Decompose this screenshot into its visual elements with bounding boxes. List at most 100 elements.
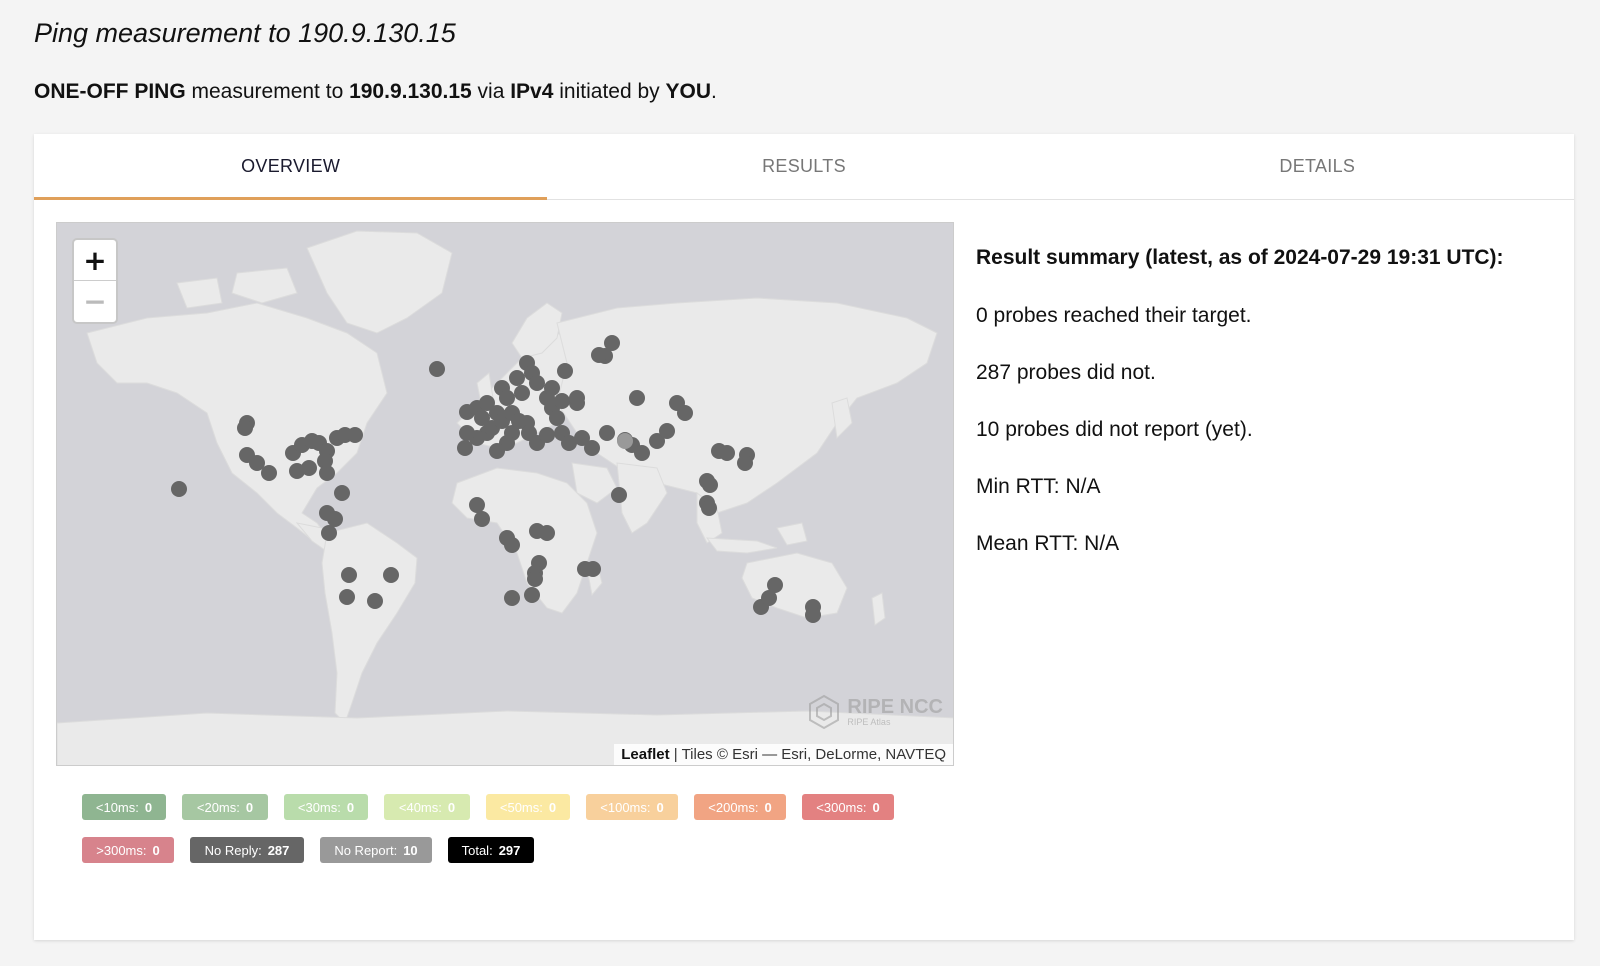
tab-overview[interactable]: OVERVIEW xyxy=(34,134,548,200)
legend-lt20[interactable]: <20ms: 0 xyxy=(182,794,268,820)
legend-total[interactable]: Total: 297 xyxy=(448,837,534,863)
probe-marker[interactable] xyxy=(327,511,343,527)
legend-count: 0 xyxy=(548,799,557,815)
probe-marker[interactable] xyxy=(549,410,565,426)
probe-marker[interactable] xyxy=(677,405,693,421)
probe-marker[interactable] xyxy=(319,465,335,481)
probe-marker[interactable] xyxy=(474,511,490,527)
map-attribution: Leaflet | Tiles © Esri — Esri, DeLorme, … xyxy=(614,744,953,765)
probe-marker[interactable] xyxy=(701,500,717,516)
probe-marker[interactable] xyxy=(171,481,187,497)
legend-count: 0 xyxy=(346,799,355,815)
probe-marker[interactable] xyxy=(767,577,783,593)
probe-marker[interactable] xyxy=(367,593,383,609)
probe-marker[interactable] xyxy=(634,445,650,461)
legend-lt40[interactable]: <40ms: 0 xyxy=(384,794,470,820)
legend-count: 0 xyxy=(764,799,772,815)
probe-marker[interactable] xyxy=(604,335,620,351)
probe-marker[interactable] xyxy=(544,380,560,396)
subtitle-text: measurement to xyxy=(185,80,350,103)
tab-details[interactable]: DETAILS xyxy=(1061,134,1574,199)
probe-marker[interactable] xyxy=(805,607,821,623)
probe-marker[interactable] xyxy=(524,587,540,603)
zoom-out-button[interactable]: − xyxy=(74,281,116,322)
legend-count: 0 xyxy=(447,799,456,815)
probe-marker-no-report[interactable] xyxy=(617,433,633,449)
legend-lt200[interactable]: <200ms: 0 xyxy=(694,794,786,820)
probe-marker[interactable] xyxy=(321,525,337,541)
probe-marker[interactable] xyxy=(539,525,555,541)
legend-label: <200ms: xyxy=(708,799,759,815)
probe-marker[interactable] xyxy=(699,473,715,489)
legend-lt100[interactable]: <100ms: 0 xyxy=(586,794,678,820)
probe-marker[interactable] xyxy=(237,420,253,436)
probe-marker[interactable] xyxy=(554,393,570,409)
legend-count: 0 xyxy=(656,799,664,815)
legend-lt30[interactable]: <30ms: 0 xyxy=(284,794,368,820)
probe-marker[interactable] xyxy=(557,363,573,379)
measurement-panel: OVERVIEW RESULTS DETAILS + − RIPE NCC RI… xyxy=(34,134,1574,940)
probe-marker[interactable] xyxy=(584,440,600,456)
probe-marker[interactable] xyxy=(347,427,363,443)
result-summary: Result summary (latest, as of 2024-07-29… xyxy=(976,246,1556,589)
probe-marker[interactable] xyxy=(611,487,627,503)
ripe-ncc-logo-name: RIPE NCC xyxy=(847,696,943,718)
tiles-attribution: | Tiles © Esri — Esri, DeLorme, NAVTEQ xyxy=(669,746,946,763)
probe-marker[interactable] xyxy=(334,485,350,501)
probe-marker[interactable] xyxy=(629,390,645,406)
probe-marker[interactable] xyxy=(457,440,473,456)
leaflet-link[interactable]: Leaflet xyxy=(621,746,669,763)
legend-lt10[interactable]: <10ms: 0 xyxy=(82,794,166,820)
probe-marker[interactable] xyxy=(469,497,485,513)
ripe-ncc-logo-sub: RIPE Atlas xyxy=(847,717,891,727)
subtitle-text: via xyxy=(471,80,511,103)
probe-marker[interactable] xyxy=(737,455,753,471)
probe-marker[interactable] xyxy=(504,537,520,553)
legend-count: 10 xyxy=(403,842,418,858)
probe-marker[interactable] xyxy=(383,567,399,583)
probe-marker[interactable] xyxy=(659,423,675,439)
probe-marker[interactable] xyxy=(489,443,505,459)
legend-count: 0 xyxy=(872,799,880,815)
probe-marker[interactable] xyxy=(585,561,601,577)
probe-marker[interactable] xyxy=(339,589,355,605)
legend-count: 287 xyxy=(267,842,290,858)
probe-marker[interactable] xyxy=(569,390,585,406)
probe-marker[interactable] xyxy=(527,571,543,587)
probe-marker[interactable] xyxy=(599,425,615,441)
legend-count: 0 xyxy=(245,799,254,815)
legend-lt50[interactable]: <50ms: 0 xyxy=(486,794,570,820)
probe-marker[interactable] xyxy=(539,427,555,443)
legend-no-report[interactable]: No Report: 10 xyxy=(320,837,432,863)
legend-count: 0 xyxy=(152,842,160,858)
probe-marker[interactable] xyxy=(459,425,475,441)
legend-no-reply[interactable]: No Reply: 287 xyxy=(190,837,304,863)
probe-marker[interactable] xyxy=(504,590,520,606)
probe-marker[interactable] xyxy=(509,370,525,386)
summary-mean-rtt: Mean RTT: N/A xyxy=(976,532,1120,555)
probe-marker[interactable] xyxy=(261,465,277,481)
subtitle-text: initiated by xyxy=(553,80,666,103)
probe-marker[interactable] xyxy=(529,375,545,391)
legend-lt300[interactable]: <300ms: 0 xyxy=(802,794,894,820)
summary-min-rtt: Min RTT: N/A xyxy=(976,475,1101,498)
legend-label: <50ms: xyxy=(499,799,543,815)
probe-marker[interactable] xyxy=(289,463,305,479)
zoom-in-button[interactable]: + xyxy=(74,240,116,281)
legend-gt300[interactable]: >300ms: 0 xyxy=(82,837,174,863)
probe-marker[interactable] xyxy=(499,390,515,406)
ripe-ncc-logo: RIPE NCC RIPE Atlas xyxy=(805,693,943,731)
world-map xyxy=(57,230,953,765)
legend-label: <100ms: xyxy=(600,799,651,815)
probe-marker[interactable] xyxy=(341,567,357,583)
legend-label: <300ms: xyxy=(816,799,867,815)
probe-map[interactable]: + − RIPE NCC RIPE Atlas Leaflet | Tiles … xyxy=(56,222,954,766)
measurement-protocol: IPv4 xyxy=(510,80,554,103)
probe-marker[interactable] xyxy=(514,385,530,401)
probe-marker[interactable] xyxy=(719,445,735,461)
probe-marker[interactable] xyxy=(591,347,607,363)
summary-reached: 0 probes reached their target. xyxy=(976,304,1252,327)
measurement-type: ONE-OFF PING xyxy=(34,80,186,103)
probe-marker[interactable] xyxy=(429,361,445,377)
tab-results[interactable]: RESULTS xyxy=(547,134,1060,199)
